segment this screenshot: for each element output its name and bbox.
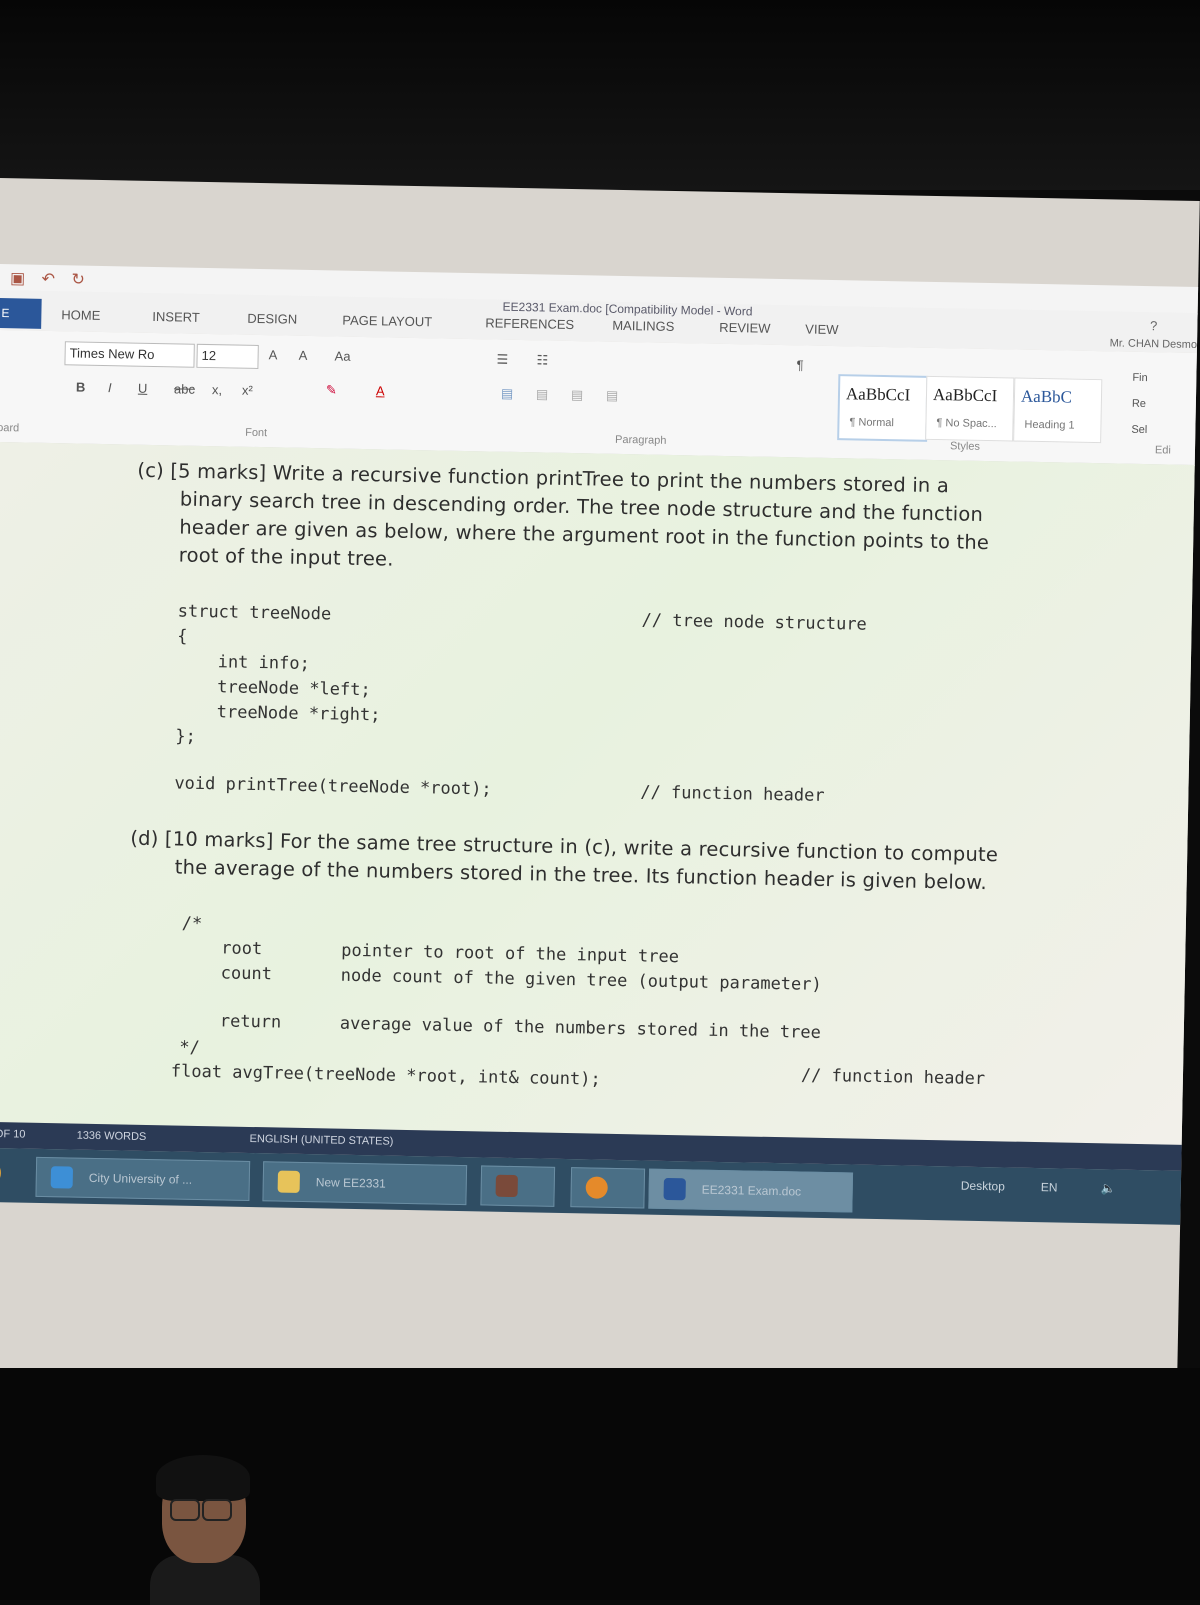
bullets-icon[interactable]: ☰ (496, 352, 508, 368)
italic-button[interactable]: I (108, 380, 112, 395)
tab-home[interactable]: HOME (61, 307, 100, 323)
save-icon[interactable]: ▣ (10, 268, 26, 288)
font-color-icon[interactable]: A (376, 383, 385, 398)
show-marks-icon[interactable]: ¶ (796, 357, 803, 372)
group-label-paragraph: Paragraph (614, 433, 667, 447)
struct-line-1: struct treeNode (177, 601, 332, 625)
style-sample: AaBbCcI (845, 384, 911, 405)
print-tree-header: void printTree(treeNode *root); (174, 773, 492, 800)
find-button[interactable]: Fin (1132, 372, 1148, 384)
style-label: ¶ Normal (849, 416, 894, 430)
app-icon (495, 1174, 518, 1198)
style-label: ¶ No Spac... (936, 417, 997, 431)
tab-file[interactable]: E (0, 297, 42, 329)
glasses-icon (202, 1499, 232, 1521)
style-normal[interactable]: AaBbCcI ¶ Normal (837, 374, 929, 442)
tab-review[interactable]: REVIEW (719, 320, 771, 336)
struct-line-5: treeNode *right; (175, 701, 381, 726)
style-label: Heading 1 (1024, 418, 1075, 432)
glasses-icon (170, 1499, 200, 1521)
param-desc-root: pointer to root of the input tree (341, 940, 680, 968)
replace-button[interactable]: Re (1132, 398, 1146, 410)
strikethrough-button[interactable]: abc (174, 381, 195, 396)
taskbar-word[interactable]: EE2331 Exam.doc (648, 1168, 854, 1213)
align-center-icon[interactable]: ▤ (536, 386, 549, 402)
language-indicator[interactable]: ENGLISH (UNITED STATES) (249, 1133, 393, 1148)
change-case-button[interactable]: Aa (335, 348, 351, 363)
tab-page-layout[interactable]: PAGE LAYOUT (342, 313, 432, 330)
font-name-select[interactable]: Times New Ro (64, 341, 195, 368)
start-button[interactable] (0, 1157, 2, 1189)
struct-line-6: }; (175, 726, 196, 747)
style-heading-1[interactable]: AaBbC Heading 1 (1013, 377, 1103, 444)
speaker-icon[interactable]: 🔈 (1101, 1181, 1116, 1195)
doc-comment-open: /* (181, 913, 203, 935)
struct-comment: // tree node structure (641, 610, 867, 635)
highlight-icon[interactable]: ✎ (326, 382, 337, 398)
help-button[interactable]: ? (1150, 318, 1158, 333)
return-desc: average value of the numbers stored in t… (339, 1013, 821, 1043)
numbering-icon[interactable]: ☷ (536, 352, 548, 368)
tab-insert[interactable]: INSERT (152, 309, 200, 325)
taskbar-explorer[interactable]: New EE2331 (262, 1161, 468, 1206)
print-tree-comment: // function header (640, 782, 825, 806)
return-label: return (219, 1011, 282, 1033)
document-page[interactable]: (c) [5 marks] Write a recursive function… (0, 441, 1195, 1145)
tab-mailings[interactable]: MAILINGS (612, 318, 674, 334)
taskbar-label: New EE2331 (315, 1175, 386, 1191)
projected-screen: ▣ ↶ ↻ E HOME INSERT DESIGN PAGE LAYOUT R… (0, 178, 1200, 1391)
page-count[interactable]: 2 OF 10 (0, 1128, 26, 1141)
projector-wall-top (0, 0, 1200, 190)
tab-design[interactable]: DESIGN (247, 311, 297, 327)
font-size-select[interactable]: 12 (196, 343, 259, 369)
word-icon (663, 1177, 686, 1201)
tab-references[interactable]: REFERENCES (485, 315, 574, 332)
ie-icon (50, 1166, 74, 1189)
tab-view[interactable]: VIEW (805, 321, 839, 337)
person-hair (156, 1455, 250, 1501)
shrink-font-button[interactable]: A (299, 348, 308, 363)
struct-line-3: int info; (176, 651, 310, 675)
input-language[interactable]: EN (1041, 1180, 1058, 1194)
taskbar-label: EE2331 Exam.doc (701, 1182, 802, 1199)
taskbar-label: City University of ... (88, 1170, 193, 1187)
avg-tree-comment: // function header (800, 1065, 986, 1090)
param-name-root: root (221, 938, 263, 960)
folder-icon (277, 1170, 300, 1193)
select-button[interactable]: Sel (1131, 424, 1147, 436)
student-person (150, 1455, 260, 1605)
desktop-toolbar[interactable]: Desktop (961, 1179, 1005, 1194)
user-name[interactable]: Mr. CHAN Desmo (1110, 337, 1198, 351)
play-icon (585, 1176, 608, 1199)
redo-icon[interactable]: ↻ (71, 269, 85, 289)
question-c-line-4: root of the input tree. (178, 543, 394, 571)
taskbar-media[interactable] (570, 1167, 646, 1209)
style-sample: AaBbC (1020, 386, 1073, 407)
align-left-icon[interactable]: ▤ (501, 386, 514, 402)
struct-line-4: treeNode *left; (176, 676, 371, 701)
avg-tree-header: float avgTree(treeNode *root, int& count… (170, 1061, 601, 1090)
taskbar-app[interactable] (480, 1165, 556, 1207)
struct-line-2: { (177, 626, 188, 647)
superscript-button[interactable]: x² (242, 383, 253, 398)
style-sample: AaBbCcI (932, 384, 998, 406)
subscript-button[interactable]: x, (212, 382, 222, 397)
param-desc-count: node count of the given tree (output par… (340, 965, 822, 995)
group-label-clipboard: oard (0, 421, 20, 435)
undo-icon[interactable]: ↶ (41, 269, 55, 289)
group-label-font: Font (245, 426, 268, 440)
align-right-icon[interactable]: ▤ (571, 387, 584, 403)
justify-icon[interactable]: ▤ (606, 388, 619, 404)
doc-comment-close: */ (179, 1037, 201, 1058)
group-label-editing: Edi (1154, 444, 1172, 457)
style-no-spacing[interactable]: AaBbCcI ¶ No Spac... (925, 375, 1015, 442)
group-label-styles: Styles (949, 440, 981, 453)
underline-button[interactable]: U (138, 381, 148, 396)
taskbar-browser[interactable]: City University of ... (35, 1156, 251, 1201)
grow-font-button[interactable]: A (269, 347, 278, 362)
word-count[interactable]: 1336 WORDS (77, 1130, 147, 1143)
param-name-count: count (220, 963, 273, 985)
bold-button[interactable]: B (76, 379, 86, 394)
